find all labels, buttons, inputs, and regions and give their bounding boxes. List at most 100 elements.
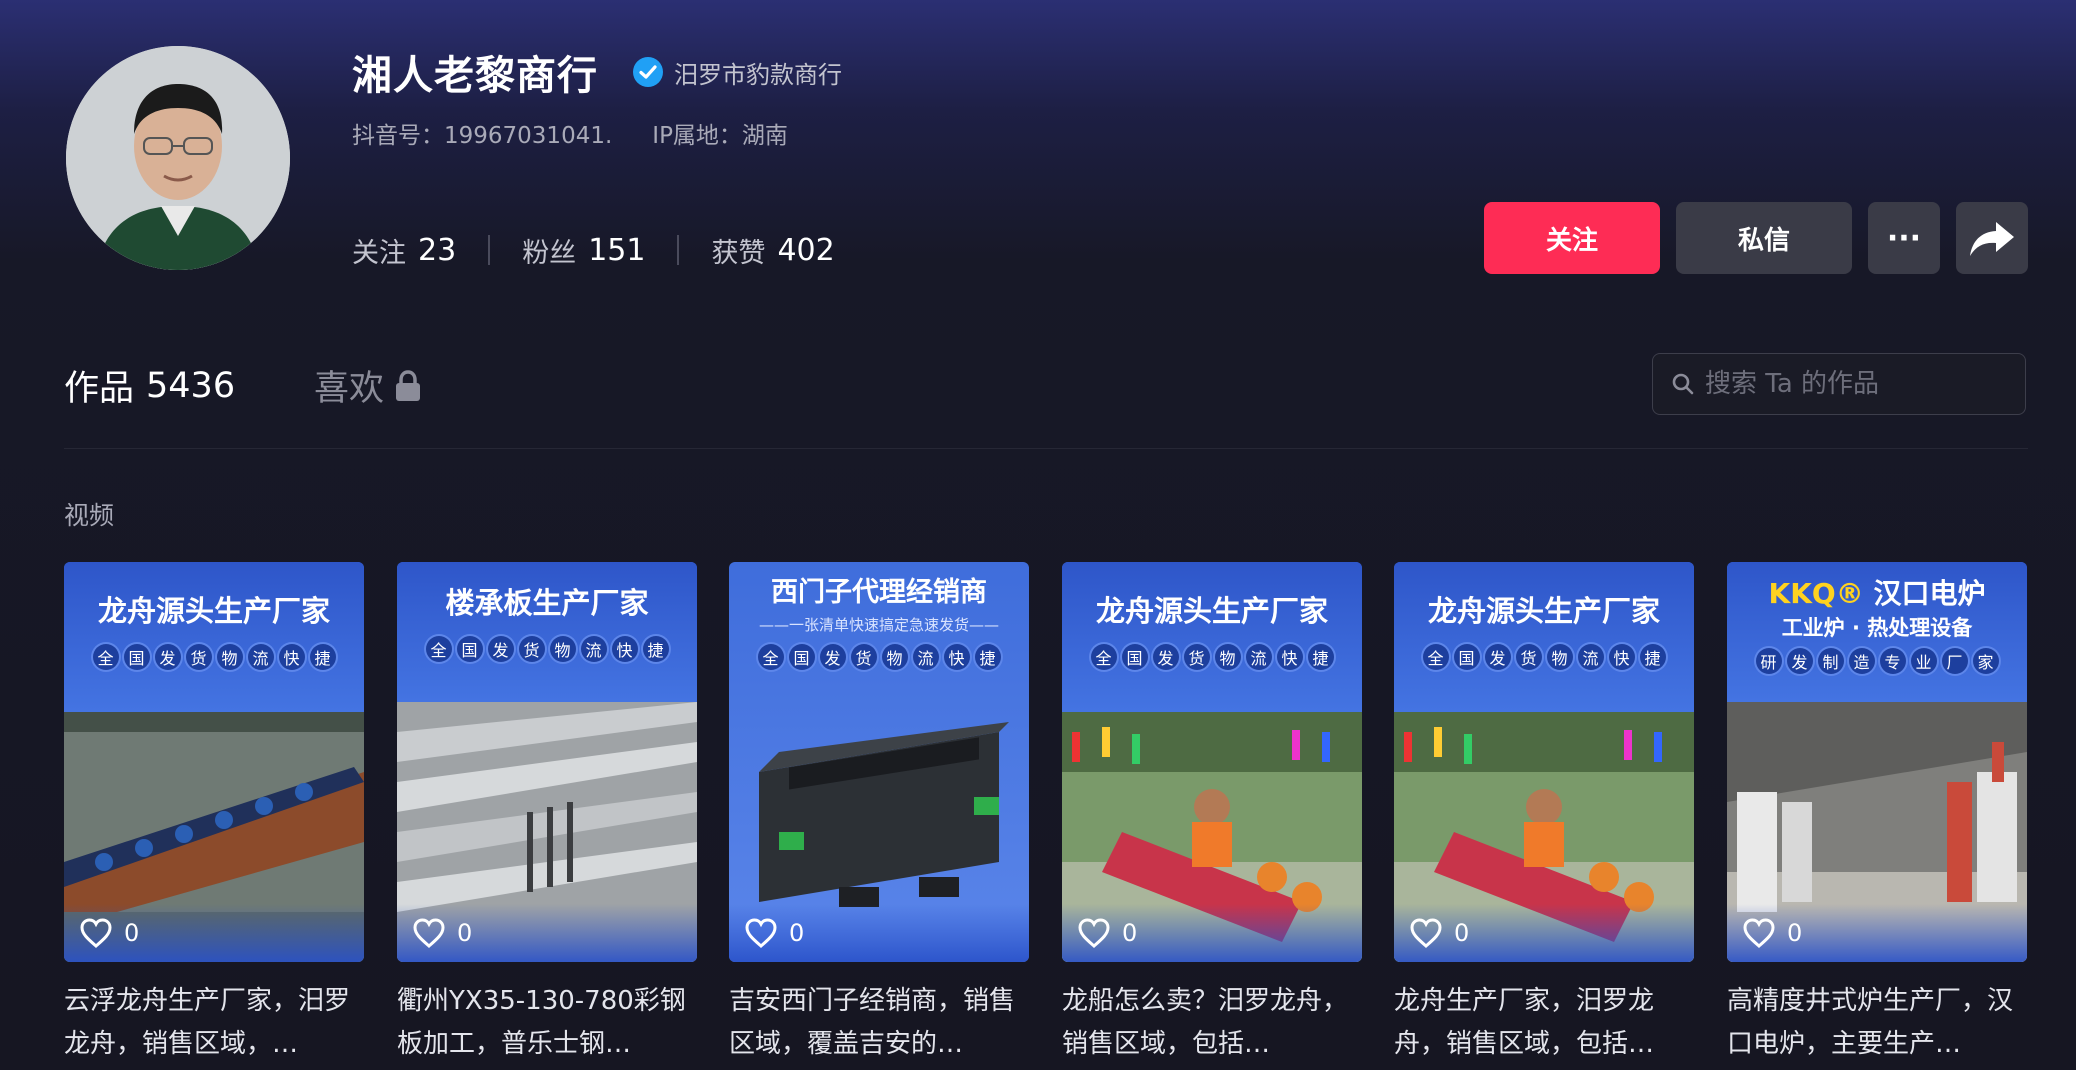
stat-value: 151 xyxy=(588,232,646,268)
banner-chip: 流 xyxy=(247,644,274,670)
banner-chip: 全 xyxy=(757,644,784,670)
video-title[interactable]: 吉安西门子经销商，销售区域，覆盖吉安的… xyxy=(729,980,1029,1066)
video-card[interactable]: 西门子代理经销商 ——一张清单快速搞定急速发货—— 全 国 发 货 物 流 快 … xyxy=(729,562,1029,1066)
banner-chip: 国 xyxy=(123,644,150,670)
stat-label: 获赞 xyxy=(711,237,766,269)
likes-count: 0 xyxy=(457,919,473,947)
banner-chip: 全 xyxy=(1090,644,1117,670)
banner-chip: 货 xyxy=(850,644,877,670)
video-card[interactable]: KKQ® 汉口电炉 工业炉 · 热处理设备 研 发 制 造 专 业 厂 家 0 … xyxy=(1727,562,2027,1066)
video-title[interactable]: 云浮龙舟生产厂家，汨罗龙舟，销售区域，… xyxy=(64,980,364,1066)
thumbnail-banner: KKQ® 汉口电炉 工业炉 · 热处理设备 研 发 制 造 专 业 厂 家 xyxy=(1727,562,2027,702)
banner-title: 楼承板生产厂家 xyxy=(445,586,649,620)
lock-icon xyxy=(396,369,421,401)
likes-count: 0 xyxy=(124,919,140,947)
banner-subtitle: ——一张清单快速搞定急速发货—— xyxy=(758,616,999,634)
stat-divider xyxy=(488,235,491,265)
verified-label: 汨罗市豹款商行 xyxy=(674,60,842,89)
banner-title: 西门子代理经销商 xyxy=(771,577,987,608)
verified-badge: 汨罗市豹款商行 xyxy=(632,55,842,90)
video-title[interactable]: 衢州YX35-130-780彩钢板加工，普乐士钢… xyxy=(397,980,697,1066)
video-card[interactable]: 楼承板生产厂家 全 国 发 货 物 流 快 捷 0 衢州YX35-130-780… xyxy=(397,562,697,1066)
banner-chip: 捷 xyxy=(1307,644,1334,670)
banner-chip: 发 xyxy=(1484,644,1511,670)
likes-bar: 0 xyxy=(729,904,1029,962)
banner-chip: 流 xyxy=(1577,644,1604,670)
banner-chips: 研 发 制 造 专 业 厂 家 xyxy=(1727,648,2027,674)
stat-likes: 获赞 402 xyxy=(711,231,834,270)
video-title[interactable]: 龙船怎么卖？汨罗龙舟，销售区域，包括… xyxy=(1062,980,1362,1066)
likes-bar: 0 xyxy=(1394,904,1694,962)
search-box[interactable] xyxy=(1652,353,2026,415)
banner-chip: 制 xyxy=(1817,648,1844,674)
video-card[interactable]: 龙舟源头生产厂家 全 国 发 货 物 流 快 捷 0 云浮龙舟生产厂家，汨罗龙舟… xyxy=(64,562,364,1066)
banner-chip: 捷 xyxy=(309,644,336,670)
more-button[interactable]: ··· xyxy=(1868,202,1940,274)
banner-chip: 流 xyxy=(1245,644,1272,670)
likes-count: 0 xyxy=(1454,919,1470,947)
stat-label: 粉丝 xyxy=(522,237,577,269)
ip-location: IP属地：湖南 xyxy=(652,123,788,149)
share-icon xyxy=(1970,222,2014,256)
more-icon: ··· xyxy=(1886,220,1922,256)
tab-likes-label: 喜欢 xyxy=(314,369,385,409)
banner-chip: 捷 xyxy=(1639,644,1666,670)
banner-chip: 全 xyxy=(92,644,119,670)
stat-following[interactable]: 关注 23 xyxy=(352,231,456,270)
stat-value: 402 xyxy=(777,232,835,268)
banner-chip: 全 xyxy=(425,636,452,662)
video-card[interactable]: 龙舟源头生产厂家 全 国 发 货 物 流 快 捷 xyxy=(1394,562,1694,1066)
likes-bar: 0 xyxy=(1727,904,2027,962)
banner-chips: 全 国 发 货 物 流 快 捷 xyxy=(1062,644,1362,670)
banner-chip: 快 xyxy=(278,644,305,670)
banner-chip: 货 xyxy=(1183,644,1210,670)
banner-title: 龙舟源头生产厂家 xyxy=(1095,594,1328,628)
banner-chip: 业 xyxy=(1910,648,1937,674)
section-label-videos: 视频 xyxy=(64,501,115,530)
tab-works-label: 作品 xyxy=(64,369,135,409)
video-thumbnail[interactable]: 龙舟源头生产厂家 全 国 发 货 物 流 快 捷 0 xyxy=(1394,562,1694,962)
banner-chip: 快 xyxy=(1608,644,1635,670)
likes-count: 0 xyxy=(1787,919,1803,947)
share-button[interactable] xyxy=(1956,202,2028,274)
banner-chip: 物 xyxy=(1214,644,1241,670)
video-title[interactable]: 高精度井式炉生产厂，汉口电炉，主要生产… xyxy=(1727,980,2027,1066)
search-input[interactable] xyxy=(1703,368,2017,400)
tab-likes[interactable]: 喜欢 xyxy=(314,360,422,411)
thumbnail-banner: 龙舟源头生产厂家 全 国 发 货 物 流 快 捷 xyxy=(64,562,364,712)
video-thumbnail[interactable]: KKQ® 汉口电炉 工业炉 · 热处理设备 研 发 制 造 专 业 厂 家 0 xyxy=(1727,562,2027,962)
thumbnail-banner: 龙舟源头生产厂家 全 国 发 货 物 流 快 捷 xyxy=(1062,562,1362,712)
heart-icon xyxy=(1743,918,1775,948)
banner-chips: 全 国 发 货 物 流 快 捷 xyxy=(397,636,697,662)
avatar[interactable] xyxy=(66,46,290,270)
banner-chips: 全 国 发 货 物 流 快 捷 xyxy=(64,644,364,670)
video-card[interactable]: 龙舟源头生产厂家 全 国 发 货 物 流 快 捷 xyxy=(1062,562,1362,1066)
banner-chips: 全 国 发 货 物 流 快 捷 xyxy=(1394,644,1694,670)
video-thumbnail[interactable]: 龙舟源头生产厂家 全 国 发 货 物 流 快 捷 0 xyxy=(1062,562,1362,962)
banner-chip: 物 xyxy=(1546,644,1573,670)
banner-chips: 全 国 发 货 物 流 快 捷 xyxy=(729,644,1029,670)
tab-works[interactable]: 作品 5436 xyxy=(64,360,235,411)
video-thumbnail[interactable]: 西门子代理经销商 ——一张清单快速搞定急速发货—— 全 国 发 货 物 流 快 … xyxy=(729,562,1029,962)
stat-followers[interactable]: 粉丝 151 xyxy=(522,231,645,270)
avatar-image xyxy=(66,46,290,270)
banner-chip: 捷 xyxy=(642,636,669,662)
banner-title: KKQ® 汉口电炉 xyxy=(1727,572,2027,612)
likes-bar: 0 xyxy=(397,904,697,962)
banner-chip: 国 xyxy=(1453,644,1480,670)
video-title[interactable]: 龙舟生产厂家，汨罗龙舟，销售区域，包括… xyxy=(1394,980,1694,1066)
video-thumbnail[interactable]: 龙舟源头生产厂家 全 国 发 货 物 流 快 捷 0 xyxy=(64,562,364,962)
heart-icon xyxy=(80,918,112,948)
banner-chip: 货 xyxy=(1515,644,1542,670)
likes-count: 0 xyxy=(789,919,805,947)
message-button[interactable]: 私信 xyxy=(1676,202,1852,274)
heart-icon xyxy=(413,918,445,948)
banner-title-text: 汉口电炉 xyxy=(1873,577,1986,610)
banner-chip: 国 xyxy=(1121,644,1148,670)
likes-count: 0 xyxy=(1122,919,1138,947)
heart-icon xyxy=(1078,918,1110,948)
banner-chip: 物 xyxy=(216,644,243,670)
verified-icon xyxy=(633,57,663,87)
follow-button[interactable]: 关注 xyxy=(1484,202,1660,274)
video-thumbnail[interactable]: 楼承板生产厂家 全 国 发 货 物 流 快 捷 0 xyxy=(397,562,697,962)
